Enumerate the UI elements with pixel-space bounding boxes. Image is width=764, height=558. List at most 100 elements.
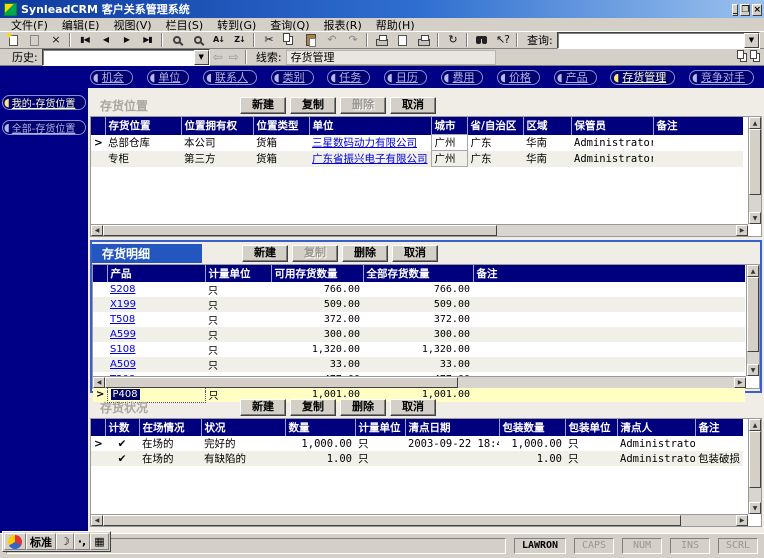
menu-item[interactable]: 编辑(E)	[55, 17, 107, 33]
tab-item[interactable]: ◖ 单位	[146, 69, 190, 85]
column-header[interactable]: 保管员	[570, 117, 653, 135]
sidebar-item[interactable]: ◖ 我的-存货位置	[2, 95, 86, 110]
column-header[interactable]: 状况	[200, 419, 285, 436]
vertical-scrollbar[interactable]: ▲ ▼	[746, 265, 759, 376]
column-header[interactable]: 在场情况	[138, 419, 201, 436]
table-row[interactable]: > ✔ 在场的 完好的 1,000.00 只 2003-09-22 18:47 1,000.0…	[91, 436, 743, 451]
menu-item[interactable]: 文件(F)	[4, 17, 55, 33]
scroll-down-icon[interactable]: ▼	[747, 364, 759, 376]
minimize-button[interactable]: _	[731, 4, 739, 16]
cell-link[interactable]: S108	[110, 344, 135, 355]
find-binoculars-icon[interactable]	[471, 32, 492, 48]
ime-mode-button[interactable]: 标准	[26, 533, 56, 550]
复制-button[interactable]: 复制	[290, 398, 336, 416]
新建-button[interactable]: 新建	[242, 244, 288, 262]
tab-item[interactable]: ◖ 费用	[440, 69, 484, 85]
column-header[interactable]: 产品	[106, 265, 205, 282]
print-preview-icon[interactable]	[413, 32, 434, 48]
scrollbar-thumb[interactable]	[105, 377, 458, 388]
table-row[interactable]: A509 只 33.00 33.00	[93, 357, 745, 372]
scrollbar-thumb[interactable]	[103, 515, 682, 526]
dropdown-arrow-icon[interactable]: ▼	[193, 49, 209, 65]
tab-item[interactable]: ◖ 类别	[270, 69, 314, 85]
table-row[interactable]: ✔ 在场的 有缺陷的 1.00 只 1.00 只 Administrator 包装破损	[91, 451, 743, 466]
scrollbar-thumb[interactable]	[749, 431, 761, 488]
vertical-scrollbar[interactable]: ▲ ▼	[748, 117, 761, 224]
tab-item[interactable]: ◖ 任务	[327, 69, 371, 85]
scrollbar-thumb[interactable]	[749, 129, 761, 196]
tab-item[interactable]: ◖ 竞争对手	[689, 69, 754, 85]
restore-button[interactable]: ❐	[740, 4, 751, 16]
dropdown-arrow-icon[interactable]: ▼	[744, 32, 759, 48]
menu-item[interactable]: 报表(R)	[317, 17, 369, 33]
table-row[interactable]: T508 只 372.00 372.00	[93, 312, 745, 327]
column-header[interactable]: 区域	[522, 117, 571, 135]
column-header[interactable]: 计数	[104, 419, 139, 436]
column-header[interactable]: 单位	[308, 117, 431, 135]
scroll-right-icon[interactable]: ▶	[734, 377, 746, 388]
scroll-left-icon[interactable]: ◀	[93, 377, 105, 388]
tab-active[interactable]: ◖ 存货管理	[610, 69, 676, 85]
scrollbar-thumb[interactable]	[747, 277, 759, 353]
menu-item[interactable]: 查询(Q)	[263, 17, 316, 33]
new-record-icon[interactable]	[3, 32, 24, 48]
cell-link[interactable]: 三星数码动力有限公司	[312, 137, 417, 149]
scroll-right-icon[interactable]: ▶	[736, 515, 748, 526]
print-export-icon[interactable]	[392, 32, 413, 48]
scroll-down-icon[interactable]: ▼	[749, 502, 761, 514]
prev-record-icon[interactable]: ◀	[95, 32, 116, 48]
scroll-left-icon[interactable]: ◀	[91, 515, 103, 526]
view-grid-icon[interactable]	[737, 49, 744, 59]
cell-link[interactable]: A509	[110, 359, 136, 370]
删除-button[interactable]: 删除	[342, 244, 388, 262]
query-combo[interactable]: ▼	[556, 31, 760, 49]
next-record-icon[interactable]: ▶	[116, 32, 137, 48]
column-header[interactable]: 位置类型	[252, 117, 309, 135]
column-header[interactable]: 备注	[472, 265, 745, 282]
tab-item[interactable]: ◖ 产品	[553, 69, 597, 85]
sort-descending-icon[interactable]: Z↓	[229, 32, 250, 48]
horizontal-scrollbar[interactable]: ◀ ▶	[91, 514, 748, 526]
cell-link[interactable]: S208	[110, 284, 135, 295]
view-card-icon[interactable]	[750, 49, 757, 59]
取消-button[interactable]: 取消	[392, 244, 438, 262]
cell-link[interactable]: T508	[110, 314, 135, 325]
print-icon[interactable]	[371, 32, 392, 48]
复制-button[interactable]: 复制	[290, 96, 336, 114]
column-header[interactable]: 可用存货数量	[270, 265, 363, 282]
cell-link[interactable]: X199	[110, 299, 136, 310]
find-record-icon[interactable]	[187, 32, 208, 48]
column-header[interactable]: 省/自治区	[466, 117, 523, 135]
sort-ascending-icon[interactable]: A↓	[208, 32, 229, 48]
column-header[interactable]: 计量单位	[204, 265, 271, 282]
column-header[interactable]: 清点人	[616, 419, 695, 436]
scroll-left-icon[interactable]: ◀	[91, 225, 103, 236]
table-row[interactable]: > 总部仓库 本公司 货箱 三星数码动力有限公司 广州 广东 华南 Administrator	[91, 134, 743, 151]
scroll-down-icon[interactable]: ▼	[749, 212, 761, 224]
tab-item[interactable]: ◖ 机会	[90, 69, 133, 85]
menu-item[interactable]: 转到(G)	[210, 17, 263, 33]
close-button[interactable]: ×	[752, 4, 762, 16]
paste-icon[interactable]	[300, 32, 321, 48]
scrollbar-thumb[interactable]	[103, 225, 498, 236]
copy-icon[interactable]	[279, 32, 300, 48]
table-row[interactable]: A599 只 300.00 300.00	[93, 327, 745, 342]
column-header[interactable]: 存货位置	[104, 117, 181, 135]
context-help-icon[interactable]: ↖?	[492, 32, 513, 48]
column-header[interactable]: 包装单位	[564, 419, 617, 436]
删除-button[interactable]: 删除	[340, 398, 386, 416]
ime-keyboard-icon[interactable]: ▦	[90, 533, 109, 550]
find-icon[interactable]	[166, 32, 187, 48]
scroll-right-icon[interactable]: ▶	[736, 225, 748, 236]
tab-item[interactable]: ◖ 联系人	[203, 69, 258, 85]
table-row[interactable]: 专柜 第三方 货箱 广东省振兴电子有限公司 广州 广东 华南 Administrator	[91, 150, 743, 167]
ime-logo-icon[interactable]	[4, 533, 26, 550]
ime-punctuation-icon[interactable]: ·,	[73, 533, 91, 550]
column-header[interactable]: 全部存货数量	[362, 265, 473, 282]
scroll-up-icon[interactable]: ▲	[747, 265, 759, 277]
ime-halfwidth-icon[interactable]: ☽	[56, 533, 74, 550]
column-header[interactable]: 位置拥有权	[180, 117, 253, 135]
column-header[interactable]: 计量单位	[354, 419, 405, 436]
cut-icon[interactable]: ✂	[258, 32, 279, 48]
tab-item[interactable]: ◖ 日历	[384, 69, 427, 85]
